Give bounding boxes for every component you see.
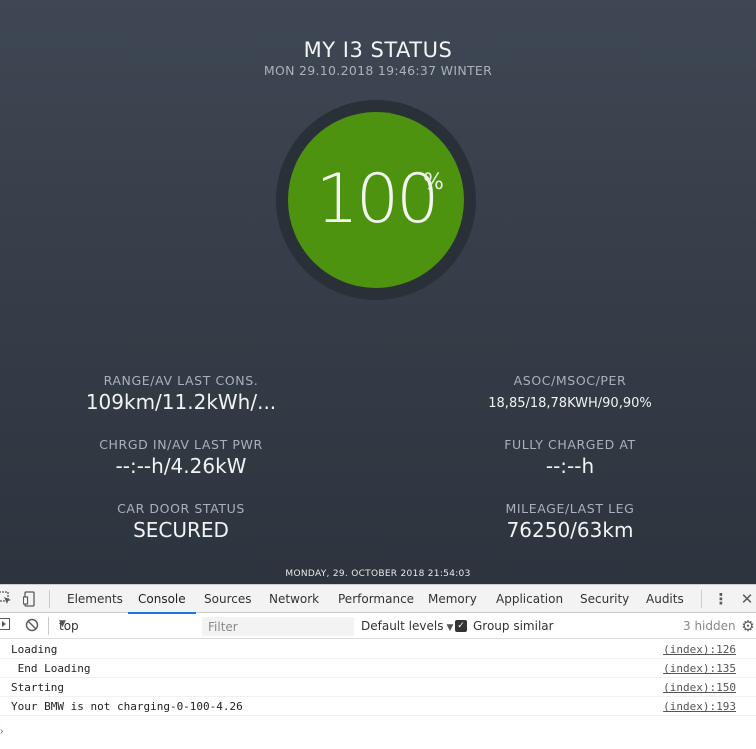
stat-value: SECURED [133, 518, 229, 542]
devtools-panel: Elements Console Sources Network Perform… [0, 584, 756, 749]
log-levels-label: Default levels [361, 619, 444, 633]
tab-elements[interactable]: Elements [67, 585, 123, 613]
tab-audits[interactable]: Audits [646, 585, 684, 613]
toolbar-divider [701, 590, 702, 608]
stat-value: 109km/11.2kWh/... [85, 390, 277, 414]
group-similar-checkbox[interactable]: ✓ [455, 620, 467, 632]
console-toolbar: top ▼ Default levels▼ ✓ Group similar 3 … [0, 614, 756, 639]
message-source-link[interactable]: (index):150 [663, 681, 736, 694]
more-vertical-icon[interactable]: ⋮ [713, 591, 729, 607]
message-source-link[interactable]: (index):135 [663, 662, 736, 675]
message-text: End Loading [11, 662, 91, 675]
hidden-messages-count: 3 hidden [683, 619, 736, 633]
footer-date: MONDAY, 29. OCTOBER 2018 21:54:03 [285, 569, 471, 579]
clear-console-icon[interactable] [24, 618, 40, 634]
page-title: MY I3 STATUS [303, 38, 453, 62]
dropdown-arrow-icon: ▼ [59, 619, 66, 629]
filter-input[interactable] [202, 617, 354, 636]
stat-value: 18,85/18,78KWH/90,90% [488, 396, 652, 411]
stat-value: --:--h/4.26kW [115, 454, 247, 478]
message-text: Starting [11, 681, 64, 694]
message-text: Loading [11, 643, 58, 656]
stat-range: RANGE/AV LAST CONS. 109km/11.2kWh/... [31, 373, 331, 414]
toolbar-divider [48, 617, 49, 635]
stat-value: 76250/63km [506, 518, 634, 542]
toolbar-divider [49, 590, 50, 608]
tab-security[interactable]: Security [580, 585, 629, 613]
charge-percent-unit: % [423, 170, 444, 195]
tab-application[interactable]: Application [496, 585, 563, 613]
context-selector[interactable]: top ▼ [55, 618, 195, 635]
message-text: Your BMW is not charging-0-100-4.26 [11, 700, 243, 713]
tab-console[interactable]: Console [128, 585, 196, 614]
stat-asoc: ASOC/MSOC/PER 18,85/18,78KWH/90,90% [420, 373, 720, 411]
tab-sources[interactable]: Sources [204, 585, 251, 613]
tab-memory[interactable]: Memory [428, 585, 477, 613]
stat-label: ASOC/MSOC/PER [513, 373, 627, 388]
message-source-link[interactable]: (index):126 [663, 643, 736, 656]
close-icon[interactable]: ✕ [739, 591, 755, 607]
stat-fully-charged: FULLY CHARGED AT --:--h [420, 437, 720, 478]
log-levels-dropdown[interactable]: Default levels ▼ [361, 619, 453, 633]
stat-label: CAR DOOR STATUS [117, 501, 245, 516]
stat-door-status: CAR DOOR STATUS SECURED [31, 501, 331, 542]
show-sidebar-icon[interactable] [0, 618, 12, 634]
console-message: Starting (index):150 [0, 678, 756, 697]
console-message: End Loading (index):135 [0, 659, 756, 678]
stat-label: CHRGD IN/AV LAST PWR [99, 437, 263, 452]
dashboard: MY I3 STATUS MON 29.10.2018 19:46:37 WIN… [0, 0, 756, 584]
device-toolbar-icon[interactable] [22, 591, 38, 607]
devtools-tabbar: Elements Console Sources Network Perform… [0, 585, 756, 614]
stat-value: --:--h [545, 454, 595, 478]
console-message: Loading (index):126 [0, 640, 756, 659]
inspect-element-icon[interactable] [0, 591, 13, 607]
stat-label: RANGE/AV LAST CONS. [103, 373, 259, 388]
tab-network[interactable]: Network [269, 585, 319, 613]
console-message: Your BMW is not charging-0-100-4.26 (ind… [0, 697, 756, 716]
group-similar-label[interactable]: Group similar [473, 619, 554, 633]
stat-mileage: MILEAGE/LAST LEG 76250/63km [420, 501, 720, 542]
stat-charged-in: CHRGD IN/AV LAST PWR --:--h/4.26kW [31, 437, 331, 478]
page-subtitle: MON 29.10.2018 19:46:37 WINTER [263, 63, 493, 78]
tab-performance[interactable]: Performance [338, 585, 414, 613]
message-source-link[interactable]: (index):193 [663, 700, 736, 713]
stat-label: MILEAGE/LAST LEG [505, 501, 635, 516]
console-prompt-icon[interactable]: › [0, 726, 4, 737]
dropdown-arrow-icon: ▼ [446, 623, 454, 633]
console-messages: Loading (index):126 End Loading (index):… [0, 640, 756, 716]
gear-icon[interactable]: ⚙ [740, 618, 756, 634]
stat-label: FULLY CHARGED AT [504, 437, 636, 452]
